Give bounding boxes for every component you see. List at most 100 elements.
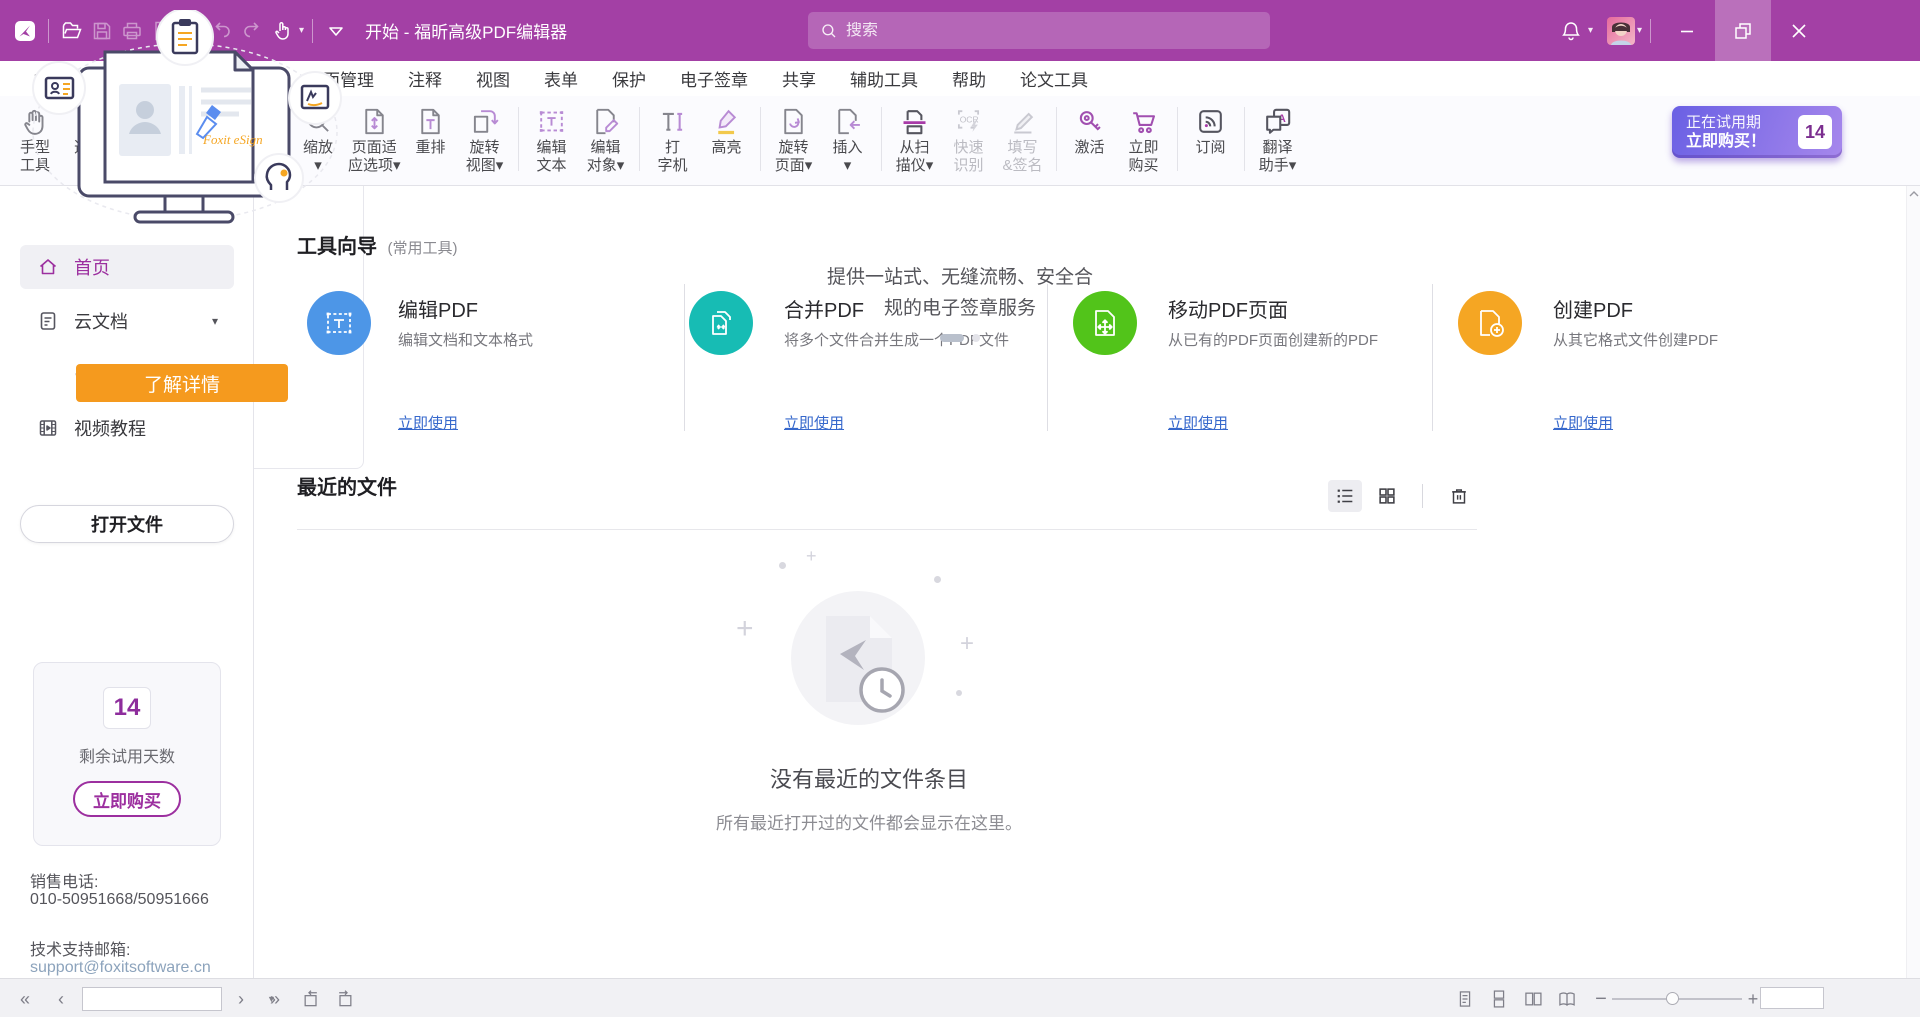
toolbar-separator [881, 107, 882, 171]
sparkle-decoration: + [736, 612, 754, 646]
merge-pdf-use-now-link[interactable]: 立即使用 [784, 412, 844, 433]
list-view-icon [1334, 485, 1356, 507]
clear-recent-button[interactable] [1442, 480, 1476, 512]
toolbar-page-fit[interactable]: 页面适 应选项▾ [345, 103, 404, 175]
trial-days-left: 14 [1798, 115, 1832, 149]
sales-phone-label: 销售电话: [30, 868, 98, 892]
scanner-icon [898, 103, 931, 139]
last-page-button[interactable]: » [262, 986, 288, 1012]
grid-view-button[interactable] [1370, 480, 1404, 512]
trial-badge[interactable]: 正在试用期 立即购买！ 14 [1672, 106, 1842, 158]
menu-esign[interactable]: 电子签章 [663, 61, 765, 96]
menu-protect[interactable]: 保护 [595, 61, 663, 96]
activate-key-icon [1073, 103, 1106, 139]
foxit-pdf-editor-window: ▾ 开始 - 福昕高级PDF编辑器 ▾ ▾ [0, 0, 1920, 1017]
next-view-button[interactable] [332, 986, 358, 1012]
typewriter-icon [656, 103, 689, 139]
esign-brand-label: Foxit eSign [202, 132, 263, 147]
toolbar-subscribe[interactable]: 订阅 [1184, 103, 1238, 157]
list-view-button[interactable] [1328, 480, 1362, 512]
scroll-up-icon[interactable] [1909, 190, 1919, 198]
toolbar-quick-ocr: OCR 快速 识别 [942, 103, 996, 175]
toolbar-separator [639, 107, 640, 171]
toolbar-edit-object[interactable]: 编辑 对象▾ [579, 103, 633, 175]
rotate-pages-icon [777, 103, 810, 139]
menu-accessibility[interactable]: 辅助工具 [833, 61, 935, 96]
previous-page-button[interactable]: ‹ [48, 986, 74, 1012]
rotate-view-icon [468, 103, 501, 139]
toolbar-rotate-pages[interactable]: 旋转 页面▾ [767, 103, 821, 175]
next-page-button[interactable]: › [228, 986, 254, 1012]
support-email-link[interactable]: support@foxitsoftware.cn [30, 959, 211, 977]
create-pdf-use-now-link[interactable]: 立即使用 [1553, 412, 1613, 433]
menu-help[interactable]: 帮助 [935, 61, 1003, 96]
facing-view-button[interactable] [1520, 986, 1546, 1012]
move-pdf-use-now-link[interactable]: 立即使用 [1168, 412, 1228, 433]
toolbar-activate[interactable]: 激活 [1063, 103, 1117, 157]
user-avatar[interactable] [1607, 17, 1635, 45]
zoom-slider-knob[interactable] [1666, 992, 1679, 1005]
search-box[interactable] [808, 12, 1270, 49]
toolbar-separator [1056, 107, 1057, 171]
toolbar-translate-assistant[interactable]: A 翻译 助手▾ [1251, 103, 1305, 175]
edit-text-icon [535, 103, 568, 139]
vertical-scrollbar[interactable] [1906, 186, 1920, 978]
continuous-view-button[interactable] [1486, 986, 1512, 1012]
toolbar-highlight[interactable]: 高亮 [700, 103, 754, 157]
toolbar-separator [1177, 107, 1178, 171]
toolbar-insert-pages[interactable]: 插入 ▾ [821, 103, 875, 175]
reflow-icon [414, 103, 447, 139]
avatar-caret[interactable]: ▾ [1637, 25, 1642, 36]
page-number-box[interactable]: ▼ [82, 987, 222, 1011]
toolbar-reflow[interactable]: 重排 [404, 103, 458, 157]
restore-button[interactable] [1715, 0, 1771, 61]
search-input[interactable] [846, 22, 1258, 40]
carousel-dot-active[interactable] [940, 334, 964, 342]
trial-days-box: 14 [103, 687, 151, 729]
trial-days-caption: 剩余试用天数 [79, 743, 175, 767]
notifications-bell-icon[interactable] [1556, 16, 1586, 46]
sidebar-item-video-tutorials[interactable]: 视频教程 [20, 406, 234, 450]
minimize-button[interactable] [1659, 0, 1715, 61]
toolbar-typewriter[interactable]: 打 字机 [646, 103, 700, 175]
toolbar-rotate-view[interactable]: 旋转 视图▾ [458, 103, 512, 175]
titlebar-right-cluster: ▾ ▾ [1556, 0, 1827, 61]
dot-decoration [779, 562, 786, 569]
toolbar-buy-now[interactable]: 立即 购买 [1117, 103, 1171, 175]
window-title: 开始 - 福昕高级PDF编辑器 [365, 18, 567, 43]
carousel-dot[interactable] [972, 334, 980, 342]
menu-form[interactable]: 表单 [527, 61, 595, 96]
buy-now-button[interactable]: 立即购买 [73, 781, 181, 817]
first-page-button[interactable]: « [12, 986, 38, 1012]
ocr-icon: OCR [952, 103, 985, 139]
sparkle-decoration: + [960, 630, 974, 658]
menu-paper-tools[interactable]: 论文工具 [1003, 61, 1105, 96]
tools-wizard-subtitle: (常用工具) [387, 240, 457, 257]
book-view-button[interactable] [1554, 986, 1580, 1012]
support-email-label: 技术支持邮箱: [30, 936, 130, 960]
titlebar-separator [1650, 19, 1651, 43]
previous-view-button[interactable] [298, 986, 324, 1012]
zoom-value-box[interactable] [1760, 987, 1824, 1009]
menu-share[interactable]: 共享 [765, 61, 833, 96]
open-file-button[interactable]: 打开文件 [20, 505, 234, 543]
insert-pages-icon [831, 103, 864, 139]
toolbar-edit-text[interactable]: 编辑 文本 [525, 103, 579, 175]
esign-promo-illustration: Foxit eSign [17, 10, 347, 255]
zoom-out-button[interactable]: − [1588, 986, 1614, 1012]
sparkle-decoration: + [806, 546, 817, 567]
close-button[interactable] [1771, 0, 1827, 61]
menu-comment[interactable]: 注释 [391, 61, 459, 96]
learn-more-button[interactable]: 了解详情 [76, 364, 288, 402]
edit-pdf-use-now-link[interactable]: 立即使用 [398, 412, 458, 433]
menu-view[interactable]: 视图 [459, 61, 527, 96]
single-page-view-button[interactable] [1452, 986, 1478, 1012]
toolbar-separator [760, 107, 761, 171]
trash-icon [1448, 485, 1470, 507]
notifications-caret[interactable]: ▾ [1588, 25, 1593, 36]
cart-icon [1127, 103, 1160, 139]
promo-carousel-dots [0, 334, 1920, 342]
video-tutorials-icon [36, 416, 60, 440]
toolbar-from-scanner[interactable]: 从扫 描仪▾ [888, 103, 942, 175]
dot-decoration [956, 690, 962, 696]
